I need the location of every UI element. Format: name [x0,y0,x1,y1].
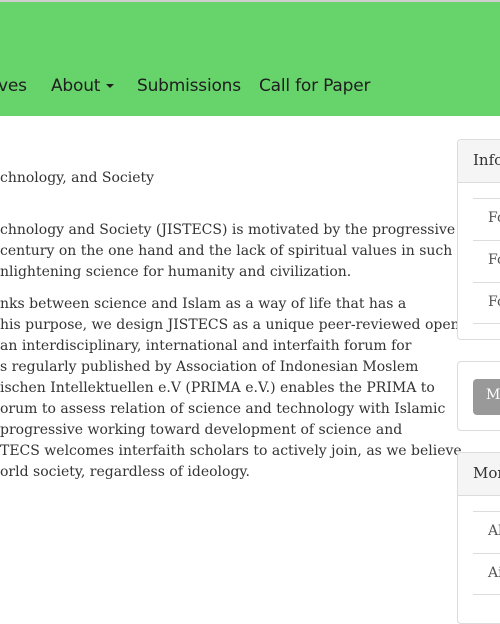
paragraph-line: ischen Intellektuellen e.V (PRIMA e.V.) … [0,380,435,396]
caret-down-icon [106,84,115,88]
nav-item-about[interactable]: About [51,76,115,96]
info-link-for-librarians[interactable]: Fo [473,282,500,324]
info-link-label: Fo [488,252,500,268]
paragraph-line: orld society, regardless of ideology. [0,464,250,480]
paragraph-line: century on the one hand and the lack of … [0,243,453,259]
nav-item-submissions[interactable]: Submissions [137,76,241,96]
paragraph-line: TECS welcomes interfaith scholars to act… [0,443,462,459]
more-panel-heading: Mor [458,453,500,496]
nav-item-about-label: About [51,76,101,96]
info-panel-title: Info [473,151,500,169]
more-link-2[interactable]: Ai [473,553,500,595]
paragraph-line: his purpose, we design JISTECS as a uniq… [0,317,460,333]
info-link-for-authors[interactable]: Fo [473,240,500,281]
journal-name: chnology, and Society [0,170,155,186]
info-panel-heading: Info [458,140,500,183]
info-link-label: Fo [488,210,500,226]
make-submission-label: M [486,387,500,403]
more-link-1[interactable]: Al [473,511,500,552]
site-header: ves About Submissions Call for Paper [0,2,500,116]
about-paragraph-2: nks between science and Islam as a way o… [0,294,462,483]
paragraph-line: orum to assess relation of science and t… [0,401,446,417]
more-panel-title: Mor [473,464,500,482]
nav-item-call-for-paper[interactable]: Call for Paper [259,76,370,96]
paragraph-line: progressive working toward development o… [0,422,403,438]
more-panel: Mor Al Ai [457,452,500,624]
paragraph-line: nks between science and Islam as a way o… [0,296,407,312]
more-link-label: Ai [488,565,500,581]
info-link-for-readers[interactable]: Fo [473,198,500,239]
paragraph-line: s regularly published by Association of … [0,359,419,375]
make-submission-button[interactable]: M [473,379,500,415]
paragraph-line: chnology and Society (JISTECS) is motiva… [0,222,456,238]
paragraph-line: an interdisciplinary, international and … [0,338,412,354]
main-nav: ves About Submissions Call for Paper [0,76,500,106]
nav-item-archives[interactable]: ves [0,76,27,96]
paragraph-line: nlightening science for humanity and civ… [0,264,352,280]
info-link-label: Fo [488,294,500,310]
info-panel: Info Fo Fo Fo [457,139,500,340]
about-paragraph-1: chnology and Society (JISTECS) is motiva… [0,220,456,283]
more-link-label: Al [488,523,500,539]
button-panel: M [457,361,500,431]
